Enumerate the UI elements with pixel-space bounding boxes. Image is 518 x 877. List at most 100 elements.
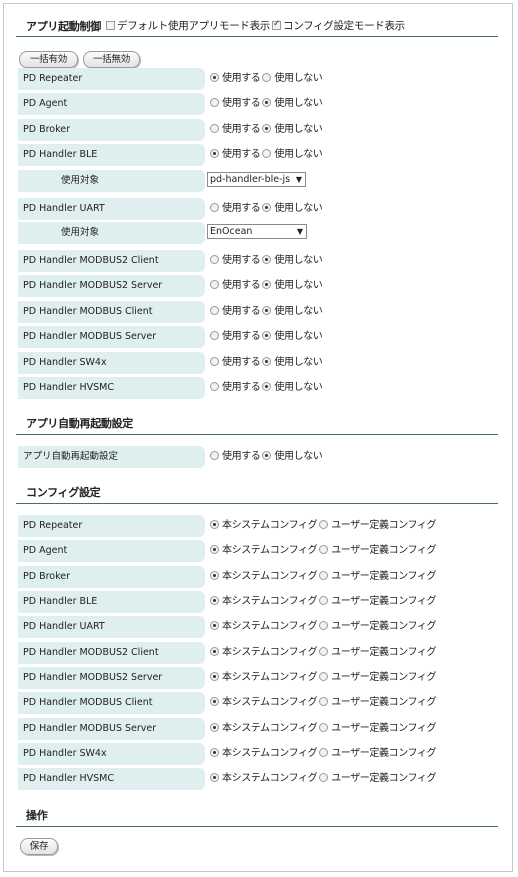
system-config-radio[interactable]	[210, 748, 219, 757]
system-config-radio[interactable]	[210, 520, 219, 529]
nouse-option[interactable]: 使用しない	[262, 68, 323, 90]
system-config-option[interactable]: 本システムコンフィグ	[210, 515, 318, 537]
nouse-radio[interactable]	[262, 124, 272, 133]
config-mode-option[interactable]: コンフィグ設定モード表示	[272, 18, 405, 33]
nouse-option[interactable]: 使用しない	[262, 144, 323, 166]
use-radio[interactable]	[210, 149, 219, 158]
user-config-option[interactable]: ユーザー定義コンフィグ	[319, 718, 437, 740]
default-mode-checkbox[interactable]	[106, 21, 115, 30]
system-config-option[interactable]: 本システムコンフィグ	[210, 566, 318, 588]
use-option[interactable]: 使用する	[210, 301, 261, 323]
user-config-option[interactable]: ユーザー定義コンフィグ	[319, 768, 437, 790]
nouse-option[interactable]: 使用しない	[262, 250, 323, 272]
nouse-radio[interactable]	[262, 255, 272, 264]
nouse-option[interactable]: 使用しない	[262, 119, 323, 141]
use-radio[interactable]	[210, 98, 219, 107]
user-config-radio[interactable]	[319, 647, 329, 656]
use-radio[interactable]	[210, 306, 219, 315]
nouse-radio[interactable]	[262, 280, 272, 289]
system-config-radio[interactable]	[210, 647, 219, 656]
enable-all-button[interactable]: 一括有効	[19, 51, 78, 68]
system-config-option[interactable]: 本システムコンフィグ	[210, 591, 318, 613]
system-config-radio[interactable]	[210, 545, 219, 554]
save-button[interactable]: 保存	[20, 838, 58, 855]
use-option[interactable]: 使用する	[210, 326, 261, 348]
user-config-option[interactable]: ユーザー定義コンフィグ	[319, 616, 437, 638]
use-radio[interactable]	[210, 255, 219, 264]
system-config-option[interactable]: 本システムコンフィグ	[210, 616, 318, 638]
target-select[interactable]: pd-handler-ble-js ▼	[207, 172, 306, 187]
user-config-option[interactable]: ユーザー定義コンフィグ	[319, 743, 437, 765]
system-config-radio[interactable]	[210, 672, 219, 681]
use-radio[interactable]	[210, 451, 219, 460]
use-option[interactable]: 使用する	[210, 198, 261, 220]
dropdown-arrow-icon[interactable]: ▼	[296, 173, 302, 186]
default-mode-option[interactable]: デフォルト使用アプリモード表示	[106, 18, 270, 33]
user-config-radio[interactable]	[319, 520, 329, 529]
user-config-option[interactable]: ユーザー定義コンフィグ	[319, 642, 437, 664]
system-config-option[interactable]: 本システムコンフィグ	[210, 743, 318, 765]
dropdown-arrow-icon[interactable]: ▼	[297, 225, 303, 238]
system-config-radio[interactable]	[210, 571, 219, 580]
user-config-option[interactable]: ユーザー定義コンフィグ	[319, 515, 437, 537]
system-config-radio[interactable]	[210, 621, 219, 630]
use-radio[interactable]	[210, 124, 219, 133]
use-radio[interactable]	[210, 73, 219, 82]
nouse-radio[interactable]	[262, 357, 272, 366]
disable-all-button[interactable]: 一括無効	[83, 51, 140, 68]
use-option[interactable]: 使用する	[210, 446, 261, 468]
user-config-radio[interactable]	[319, 748, 329, 757]
nouse-option[interactable]: 使用しない	[262, 93, 323, 115]
nouse-option[interactable]: 使用しない	[262, 198, 323, 220]
use-radio[interactable]	[210, 331, 219, 340]
nouse-option[interactable]: 使用しない	[262, 446, 323, 468]
system-config-radio[interactable]	[210, 596, 219, 605]
nouse-radio[interactable]	[262, 203, 272, 212]
nouse-option[interactable]: 使用しない	[262, 377, 323, 399]
system-config-radio[interactable]	[210, 773, 219, 782]
user-config-radio[interactable]	[319, 571, 329, 580]
use-radio[interactable]	[210, 357, 219, 366]
use-option[interactable]: 使用する	[210, 119, 261, 141]
nouse-option[interactable]: 使用しない	[262, 326, 323, 348]
nouse-radio[interactable]	[262, 382, 272, 391]
use-option[interactable]: 使用する	[210, 377, 261, 399]
user-config-option[interactable]: ユーザー定義コンフィグ	[319, 540, 437, 562]
nouse-radio[interactable]	[262, 451, 272, 460]
nouse-radio[interactable]	[262, 73, 272, 82]
system-config-option[interactable]: 本システムコンフィグ	[210, 642, 318, 664]
use-option[interactable]: 使用する	[210, 93, 261, 115]
system-config-option[interactable]: 本システムコンフィグ	[210, 768, 318, 790]
user-config-radio[interactable]	[319, 697, 329, 706]
user-config-radio[interactable]	[319, 672, 329, 681]
system-config-option[interactable]: 本システムコンフィグ	[210, 667, 318, 689]
nouse-radio[interactable]	[262, 331, 272, 340]
config-mode-checkbox[interactable]	[272, 19, 281, 30]
system-config-option[interactable]: 本システムコンフィグ	[210, 718, 318, 740]
use-option[interactable]: 使用する	[210, 144, 261, 166]
nouse-radio[interactable]	[262, 149, 272, 158]
user-config-radio[interactable]	[319, 545, 329, 554]
use-option[interactable]: 使用する	[210, 275, 261, 297]
nouse-option[interactable]: 使用しない	[262, 275, 323, 297]
use-radio[interactable]	[210, 203, 219, 212]
use-radio[interactable]	[210, 382, 219, 391]
use-option[interactable]: 使用する	[210, 352, 261, 374]
nouse-option[interactable]: 使用しない	[262, 301, 323, 323]
user-config-option[interactable]: ユーザー定義コンフィグ	[319, 591, 437, 613]
system-config-radio[interactable]	[210, 697, 219, 706]
nouse-option[interactable]: 使用しない	[262, 352, 323, 374]
user-config-option[interactable]: ユーザー定義コンフィグ	[319, 692, 437, 714]
target-select[interactable]: EnOcean ▼	[207, 224, 307, 239]
user-config-option[interactable]: ユーザー定義コンフィグ	[319, 566, 437, 588]
user-config-radio[interactable]	[319, 621, 329, 630]
use-radio[interactable]	[210, 280, 219, 289]
nouse-radio[interactable]	[262, 306, 272, 315]
user-config-radio[interactable]	[319, 596, 329, 605]
nouse-radio[interactable]	[262, 98, 272, 107]
use-option[interactable]: 使用する	[210, 250, 261, 272]
system-config-option[interactable]: 本システムコンフィグ	[210, 540, 318, 562]
user-config-radio[interactable]	[319, 773, 329, 782]
system-config-option[interactable]: 本システムコンフィグ	[210, 692, 318, 714]
use-option[interactable]: 使用する	[210, 68, 261, 90]
